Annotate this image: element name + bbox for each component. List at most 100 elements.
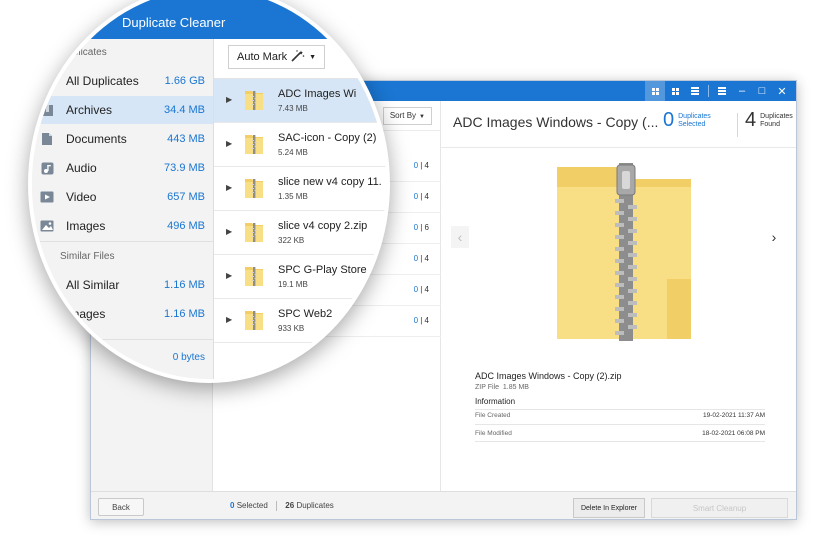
- back-button[interactable]: Back: [98, 498, 144, 516]
- expand-arrow-icon[interactable]: ▶: [226, 271, 232, 280]
- zip-file-icon: [244, 89, 264, 111]
- info-divider: [475, 424, 765, 425]
- zip-file-icon: [244, 265, 264, 287]
- chevron-down-icon: ▼: [419, 114, 425, 120]
- tile-view-icon[interactable]: [665, 81, 685, 101]
- maximize-icon[interactable]: □: [752, 81, 772, 101]
- stat-divider: [737, 113, 738, 137]
- file-name: ADC Images Wi: [278, 88, 357, 100]
- file-size: 19.1 MB: [278, 280, 308, 289]
- summary-divider: [276, 501, 278, 511]
- zip-file-icon: [244, 133, 264, 155]
- sidebar-item-audio[interactable]: Audio 73.9 MB: [32, 154, 213, 182]
- total-duplicates: 4: [424, 316, 429, 325]
- duplicates-found-stat: 4 Duplicates Found: [745, 109, 796, 132]
- screenshot-stage: – □ ✕ Sort By ▼ 0 | 40 | 40 | 60 | 40 | 4…: [0, 0, 819, 544]
- list-item[interactable]: ▶ SPC Web2 933 KB: [214, 299, 386, 343]
- sidebar-item-size: 1.66 GB: [164, 75, 205, 87]
- sidebar-item-images[interactable]: Images 496 MB: [32, 212, 213, 240]
- next-arrow-icon[interactable]: ›: [765, 226, 783, 248]
- sidebar-divider: [32, 339, 213, 340]
- music-note-icon: [40, 161, 54, 175]
- selected-label: Selected: [236, 501, 268, 511]
- file-size: 1.35 MB: [278, 192, 308, 201]
- selected-count: 0: [230, 501, 235, 511]
- duplicates-count: 26: [285, 501, 295, 511]
- sidebar-item-size: 657 MB: [167, 191, 205, 203]
- detail-divider: [441, 147, 796, 148]
- duplicates-selected-label: Duplicates Selected: [678, 112, 711, 128]
- magic-wand-icon: [291, 49, 305, 65]
- previous-arrow-icon[interactable]: ‹: [451, 226, 469, 248]
- info-divider: [475, 441, 765, 442]
- auto-mark-label: Auto Mark: [237, 51, 288, 63]
- list-item[interactable]: ▶ SAC-icon - Copy (2) 5.24 MB: [214, 123, 386, 167]
- file-name: slice new v4 copy 11.: [278, 176, 382, 188]
- info-divider: [475, 409, 765, 410]
- list-item[interactable]: ▶ ADC Images Wi 7.43 MB: [214, 79, 386, 123]
- zip-folder-preview-icon: [557, 163, 691, 341]
- list-item[interactable]: ▶ slice new v4 copy 11. 1.35 MB: [214, 167, 386, 211]
- sidebar-item-archives[interactable]: Archives 34.4 MB: [32, 96, 213, 124]
- total-duplicates: 4: [424, 192, 429, 201]
- similar-section-label: Similar Files: [60, 251, 115, 262]
- duplicate-counter: 0 | 4: [413, 254, 429, 263]
- list-item[interactable]: ▶ SPC G-Play Store 19.1 MB: [214, 255, 386, 299]
- file-created-label: File Created: [475, 412, 511, 419]
- menu-icon[interactable]: [712, 81, 732, 101]
- expand-arrow-icon[interactable]: ▶: [226, 315, 232, 324]
- magnifier-zoom: Duplicate Cleaner Duplicates All Duplica…: [28, 0, 390, 383]
- bottom-bar: Back 0 Selected 26 Duplicates Delete In …: [91, 491, 796, 519]
- list-view-icon[interactable]: [685, 81, 705, 101]
- duplicates-found-count: 4: [745, 109, 757, 131]
- selected-duplicates: 0: [413, 161, 419, 170]
- expand-arrow-icon[interactable]: ▶: [226, 95, 232, 104]
- sort-by-dropdown[interactable]: Sort By ▼: [382, 107, 432, 125]
- sidebar-item-size: 443 MB: [167, 133, 205, 145]
- file-modified-value: 18-02-2021 06:08 PM: [702, 430, 765, 437]
- magnified-title-bar: Duplicate Cleaner: [32, 0, 386, 39]
- sidebar-item-similar-images[interactable]: Images 1.16 MB: [32, 300, 213, 328]
- selected-duplicates: 0: [413, 192, 419, 201]
- zip-file-icon: [244, 309, 264, 331]
- minimize-icon[interactable]: –: [732, 81, 752, 101]
- selection-summary: 0 Selected 26 Duplicates: [230, 501, 334, 511]
- duplicates-section-label: Duplicates: [60, 47, 107, 58]
- file-name: slice v4 copy 2.zip: [278, 220, 368, 232]
- sidebar-item-size: 34.4 MB: [164, 104, 205, 116]
- sidebar-item-video[interactable]: Video 657 MB: [32, 183, 213, 211]
- file-list-header: Auto Mark ▼: [214, 39, 386, 79]
- image-icon: [40, 307, 54, 321]
- file-created-row: File Created 19-02-2021 11:37 AM: [475, 412, 765, 419]
- file-modified-row: File Modified 18-02-2021 06:08 PM: [475, 430, 765, 437]
- duplicate-counter: 0 | 4: [413, 316, 429, 325]
- expand-arrow-icon[interactable]: ▶: [226, 139, 232, 148]
- sidebar-item-all-duplicates[interactable]: All Duplicates 1.66 GB: [32, 67, 213, 95]
- duplicates-label: Duplicates: [296, 501, 334, 511]
- sidebar-item-size: 1.16 MB: [164, 279, 205, 291]
- archive-icon: [40, 103, 54, 117]
- sidebar-item-documents[interactable]: Documents 443 MB: [32, 125, 213, 153]
- sidebar-item-label: Archives: [66, 103, 113, 117]
- file-created-value: 19-02-2021 11:37 AM: [702, 412, 765, 419]
- file-size: 5.24 MB: [278, 148, 308, 157]
- expand-arrow-icon[interactable]: ▶: [226, 227, 232, 236]
- close-icon[interactable]: ✕: [772, 81, 792, 101]
- detail-file-name: ADC Images Windows - Copy (2).zip: [475, 371, 622, 381]
- expand-arrow-icon[interactable]: ▶: [226, 183, 232, 192]
- sidebar-item-all-similar[interactable]: All Similar 1.16 MB: [32, 271, 213, 299]
- list-item[interactable]: ▶ slice v4 copy 2.zip 322 KB: [214, 211, 386, 255]
- file-name: SPC G-Play Store: [278, 264, 367, 276]
- total-duplicates: 4: [424, 254, 429, 263]
- detail-file-type: ZIP File: [475, 384, 499, 391]
- grid-view-icon[interactable]: [645, 81, 665, 101]
- smart-cleanup-button[interactable]: Smart Cleanup: [651, 498, 788, 518]
- duplicate-counter: 0 | 4: [413, 192, 429, 201]
- auto-mark-button[interactable]: Auto Mark ▼: [228, 45, 326, 69]
- controls-divider: [708, 85, 709, 97]
- duplicates-selected-stat: 0 Duplicates Selected: [663, 109, 718, 132]
- sort-by-label: Sort By: [389, 111, 417, 120]
- delete-in-explorer-button[interactable]: Delete In Explorer: [573, 498, 645, 518]
- magnified-content: Duplicate Cleaner Duplicates All Duplica…: [32, 0, 386, 379]
- sidebar-item-label: Images: [66, 219, 106, 233]
